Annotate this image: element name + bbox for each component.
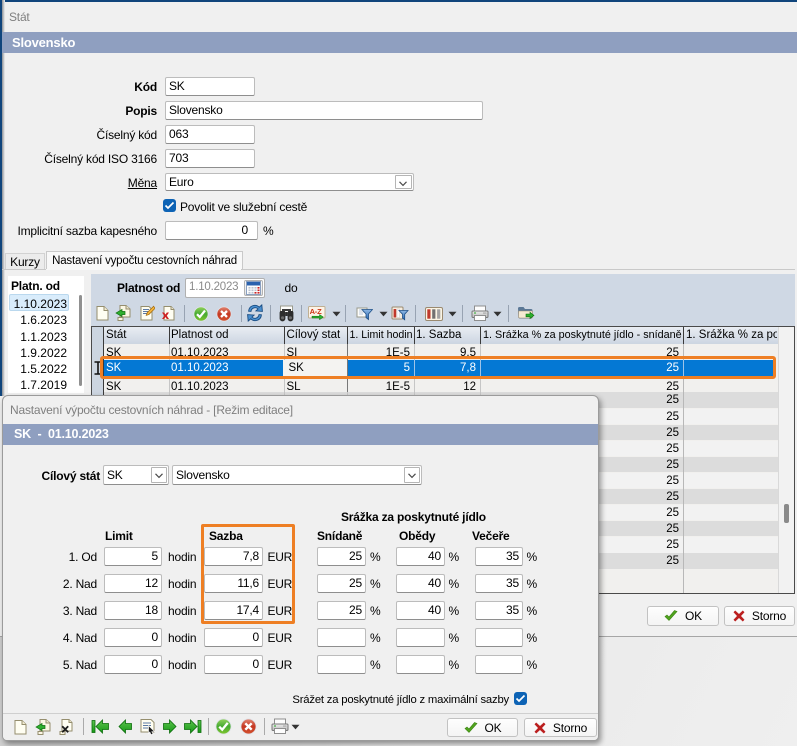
svg-text:A-Z: A-Z <box>310 307 323 316</box>
